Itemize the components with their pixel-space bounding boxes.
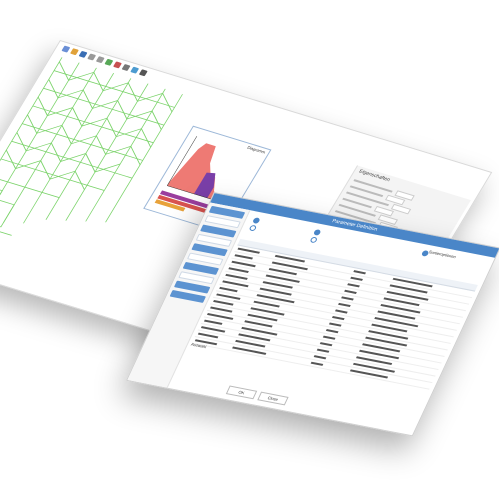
close-button[interactable]: Close	[257, 391, 289, 406]
ok-button[interactable]: OK	[225, 385, 258, 400]
screenshot-stage: Diagramm Eigenschaften Parameter Definit…	[0, 0, 499, 500]
radio-option-4[interactable]	[309, 236, 318, 244]
sort-options-label: Sortieroptionen	[428, 249, 457, 260]
radio-option-2[interactable]	[248, 224, 258, 232]
parameter-table	[191, 238, 478, 390]
radio-option-1[interactable]	[252, 217, 261, 224]
cad-drawing-canvas[interactable]	[0, 50, 199, 271]
radio-option-3[interactable]	[312, 229, 322, 236]
